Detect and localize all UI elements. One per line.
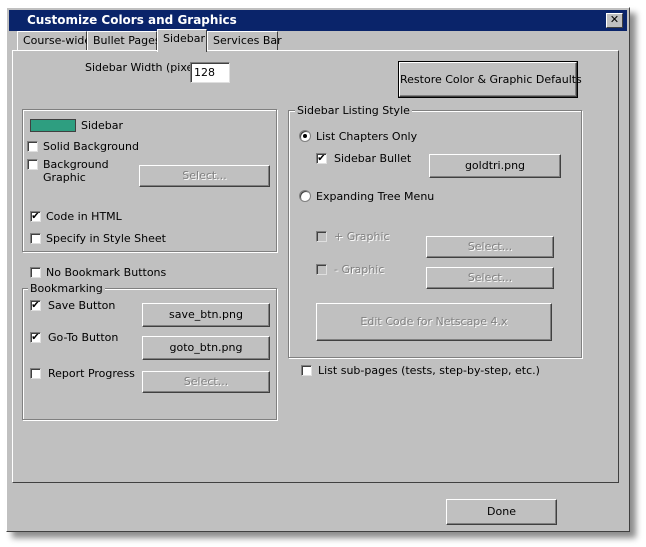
goto-button-checkbox[interactable]: ✔: [30, 332, 41, 343]
list-chapters-radio[interactable]: [299, 130, 311, 142]
style-sheet-label: Specify in Style Sheet: [46, 232, 166, 245]
sidebar-bullet-file-button[interactable]: goldtri.png: [429, 154, 561, 178]
check-icon: ✔: [31, 211, 40, 222]
list-subpages-label: List sub-pages (tests, step-by-step, etc…: [318, 364, 540, 377]
tab-sidebar[interactable]: Sidebar: [157, 29, 207, 52]
no-bookmark-label: No Bookmark Buttons: [46, 266, 167, 279]
minus-graphic-select-button[interactable]: Select...: [426, 267, 554, 289]
sidebar-color-swatch[interactable]: [30, 119, 76, 132]
save-button-label: Save Button: [48, 299, 116, 312]
tab-bullet-pages[interactable]: Bullet Pages: [87, 31, 161, 50]
save-button-checkbox[interactable]: ✔: [30, 300, 41, 311]
minus-graphic-checkbox[interactable]: [316, 264, 327, 275]
done-button[interactable]: Done: [446, 499, 557, 525]
netscape-edit-button[interactable]: Edit Code for Netscape 4.x: [316, 303, 552, 341]
list-chapters-label: List Chapters Only: [316, 130, 418, 143]
bookmarking-legend: Bookmarking: [28, 282, 105, 295]
window-title: Customize Colors and Graphics: [27, 13, 237, 27]
solid-background-checkbox[interactable]: [27, 141, 38, 152]
sidebar-width-input[interactable]: [190, 62, 230, 83]
plus-graphic-checkbox[interactable]: [316, 231, 327, 242]
tab-course-wide[interactable]: Course-wide: [17, 31, 91, 50]
background-graphic-label: Background Graphic: [43, 158, 109, 184]
report-progress-label: Report Progress: [48, 367, 135, 380]
expanding-tree-radio[interactable]: [299, 190, 311, 202]
expanding-tree-label: Expanding Tree Menu: [316, 190, 435, 203]
sidebar-bullet-label: Sidebar Bullet: [334, 152, 412, 165]
sidebar-color-label: Sidebar: [81, 119, 124, 132]
report-progress-checkbox[interactable]: [30, 368, 41, 379]
tab-services-bar[interactable]: Services Bar: [207, 31, 282, 50]
listing-style-legend: Sidebar Listing Style: [295, 104, 412, 117]
restore-defaults-button[interactable]: Restore Color & Graphic Defaults: [398, 61, 582, 98]
check-icon: ✔: [31, 300, 40, 311]
background-graphic-checkbox[interactable]: [27, 159, 38, 170]
title-bar: Customize Colors and Graphics ✕: [9, 10, 627, 31]
report-progress-select-button[interactable]: Select...: [142, 371, 270, 393]
save-button-file-button[interactable]: save_btn.png: [142, 303, 270, 327]
code-in-html-label: Code in HTML: [46, 210, 122, 223]
background-select-button[interactable]: Select...: [139, 165, 270, 187]
list-subpages-checkbox[interactable]: [301, 365, 312, 376]
check-icon: ✔: [31, 332, 40, 343]
check-icon: ✔: [317, 153, 326, 164]
plus-graphic-label: + Graphic: [334, 230, 390, 243]
code-in-html-checkbox[interactable]: ✔: [30, 211, 41, 222]
close-icon[interactable]: ✕: [606, 13, 623, 28]
style-sheet-checkbox[interactable]: [30, 233, 41, 244]
sidebar-bullet-checkbox[interactable]: ✔: [316, 153, 327, 164]
no-bookmark-checkbox[interactable]: [30, 267, 41, 278]
goto-button-file-button[interactable]: goto_btn.png: [142, 336, 270, 360]
minus-graphic-label: - Graphic: [334, 263, 385, 276]
plus-graphic-select-button[interactable]: Select...: [426, 236, 554, 258]
solid-background-label: Solid Background: [43, 140, 139, 153]
sidebar-width-label: Sidebar Width (pixels): [85, 61, 207, 74]
goto-button-label: Go-To Button: [48, 331, 119, 344]
